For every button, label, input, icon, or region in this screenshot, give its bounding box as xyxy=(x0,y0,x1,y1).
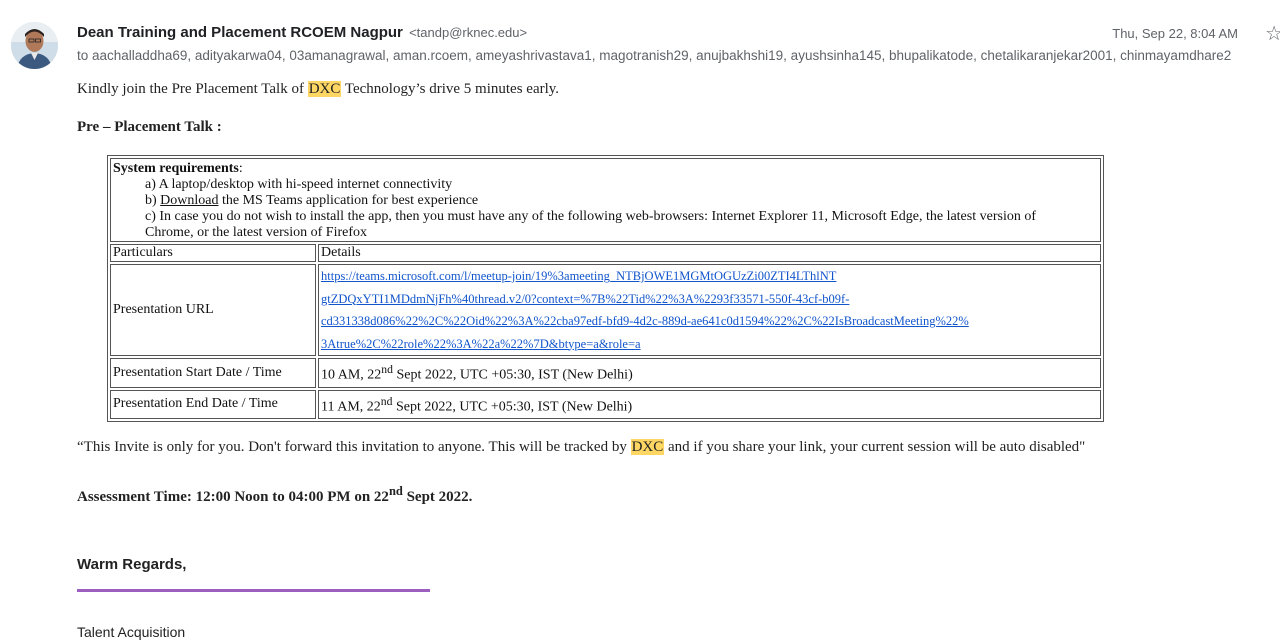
recipients-line[interactable]: to aachalladdha69, adityakarwa04, 03aman… xyxy=(77,48,1280,63)
invite-notice: “This Invite is only for you. Don't forw… xyxy=(77,439,1085,456)
assessment-part-b: Sept 2022. xyxy=(402,489,473,505)
presentation-url-line[interactable]: https://teams.microsoft.com/l/meetup-joi… xyxy=(321,265,1098,288)
presentation-url-line[interactable]: 3Atrue%2C%22role%22%3A%22a%22%7D&btype=a… xyxy=(321,333,1098,356)
start-label: Presentation Start Date / Time xyxy=(110,358,316,388)
company-highlight: DXC xyxy=(307,81,342,97)
intro-text: Kindly join the Pre Placement Talk of DX… xyxy=(77,81,559,98)
regards: Warm Regards, xyxy=(77,556,187,573)
start-value-b: Sept 2022, UTC +05:30, IST (New Delhi) xyxy=(392,367,633,383)
start-value: 10 AM, 22nd Sept 2022, UTC +05:30, IST (… xyxy=(318,358,1101,388)
avatar[interactable] xyxy=(11,22,58,69)
table-row: Presentation Start Date / Time 10 AM, 22… xyxy=(110,358,1101,388)
end-value-b: Sept 2022, UTC +05:30, IST (New Delhi) xyxy=(392,399,633,415)
table-row: Presentation URL https://teams.microsoft… xyxy=(110,264,1101,356)
presentation-url-line[interactable]: gtZDQxYTI1MDdmNjFh%40thread.v2/0?context… xyxy=(321,288,1098,311)
start-value-a: 10 AM, 22 xyxy=(321,367,382,383)
sender-name[interactable]: Dean Training and Placement RCOEM Nagpur xyxy=(77,24,403,41)
url-label: Presentation URL xyxy=(110,264,316,356)
end-value-sup: nd xyxy=(380,394,393,408)
end-label: Presentation End Date / Time xyxy=(110,389,316,420)
assessment-part-a: Assessment Time: 12:00 Noon to 04:00 PM … xyxy=(77,489,389,505)
company-highlight: DXC xyxy=(630,439,665,455)
start-value-sup: nd xyxy=(381,363,393,376)
sysreq-item-b: b) Download the MS Teams application for… xyxy=(113,193,1098,209)
details-table: System requirements: a) A laptop/desktop… xyxy=(107,155,1104,423)
presentation-url-line[interactable]: cd331338d086%22%2C%22Oid%22%3A%22cba97ed… xyxy=(321,310,1098,333)
intro-part-b: Technology’s drive 5 minutes early. xyxy=(341,81,560,97)
email-date: Thu, Sep 22, 8:04 AM xyxy=(1112,26,1238,41)
sender-email: <tandp@rknec.edu> xyxy=(409,25,528,40)
sysreq-b-prefix: b) xyxy=(145,193,161,208)
signature-team: Talent Acquisition xyxy=(77,624,186,640)
system-requirements-cell: System requirements: a) A laptop/desktop… xyxy=(110,158,1101,242)
url-cell: https://teams.microsoft.com/l/meetup-joi… xyxy=(318,264,1101,356)
download-link[interactable]: Download xyxy=(160,193,218,208)
sysreq-title: System requirements xyxy=(113,161,239,176)
table-row: Particulars Details xyxy=(110,244,1101,262)
assessment-sup: nd xyxy=(388,484,403,498)
sysreq-b-rest: the MS Teams application for best experi… xyxy=(218,193,479,208)
sysreq-item-a: a) A laptop/desktop with hi-speed intern… xyxy=(145,177,453,192)
star-icon[interactable]: ☆ xyxy=(1265,24,1280,44)
section-title: Pre – Placement Talk : xyxy=(77,119,222,135)
signature-divider xyxy=(77,589,430,592)
notice-part-a: “This Invite is only for you. Don't forw… xyxy=(77,439,631,455)
header-particulars: Particulars xyxy=(110,244,316,262)
end-value-a: 11 AM, 22 xyxy=(321,399,381,415)
notice-part-b: and if you share your link, your current… xyxy=(664,439,1086,455)
sender-row: Dean Training and Placement RCOEM Nagpur… xyxy=(77,24,527,41)
intro-part-a: Kindly join the Pre Placement Talk of xyxy=(77,81,308,97)
sysreq-item-c: c) In case you do not wish to install th… xyxy=(145,209,1036,240)
end-value: 11 AM, 22nd Sept 2022, UTC +05:30, IST (… xyxy=(318,389,1101,420)
table-row: System requirements: a) A laptop/desktop… xyxy=(110,158,1101,242)
table-row: Presentation End Date / Time 11 AM, 22nd… xyxy=(110,389,1101,420)
assessment-time: Assessment Time: 12:00 Noon to 04:00 PM … xyxy=(77,484,472,506)
header-details: Details xyxy=(318,244,1101,262)
